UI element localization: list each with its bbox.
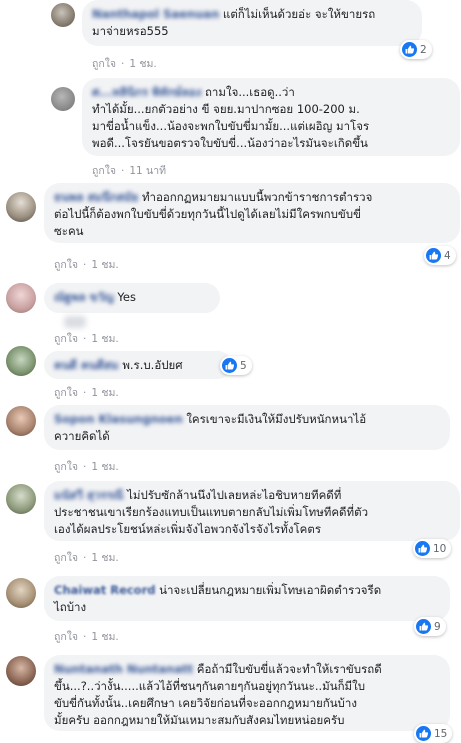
comment-author[interactable]: มนัสวี สุวรรณี bbox=[54, 488, 123, 502]
reaction-number: 10 bbox=[433, 542, 447, 555]
timestamp[interactable]: 1 ชม. bbox=[91, 461, 118, 473]
comment-text: ประชาชนเขาเรียกร้องแทบเป็นแทบตายกลับไม่เ… bbox=[54, 505, 369, 519]
comment-actions: ถูกใจ · 1 ชม. bbox=[54, 387, 119, 399]
comment-text: ต่อไปนี้ก็ต้องพกใบขับขี่ด้วยทุกวันนี้ไปด… bbox=[54, 207, 361, 221]
comment-text: น่าจะเปลี่ยนกฎหมายเพิ่มโทษเอาผิดตำรวจรีด bbox=[159, 583, 382, 597]
comment-text: ไถบ้าง bbox=[54, 600, 87, 614]
comment-bubble: ศ...ทลินิกร พิทักษ์ลอง ถามใจ...เธอดู..ว่… bbox=[82, 78, 460, 156]
timestamp[interactable]: 11 นาที bbox=[129, 165, 166, 177]
comment-text: ไม่ปรับซักล้านนึงไปเลยหล่ะไอชิบหายทีคดีท… bbox=[127, 488, 342, 502]
comment-bubble: ธนพล สมนึกสมัย ทำออกกฏหมายมาแบบนี้พวกข้า… bbox=[44, 183, 460, 243]
comment-text: มาขี่อนํ้าแข็ง...น้องจะพกใบขับขี่มามั้ย.… bbox=[92, 119, 370, 133]
reaction-number: 5 bbox=[240, 359, 247, 372]
like-link[interactable]: ถูกใจ bbox=[92, 58, 116, 70]
reaction-count[interactable]: 5 bbox=[220, 356, 252, 375]
comment-bubble: Sopon Klasungnoen ใครเขาจะมีเงินให้มึงปร… bbox=[44, 405, 450, 450]
comment-text: มั้ยครับ ออกกฎหมายให้มันเหมาะสมกับสังคมไ… bbox=[54, 713, 345, 727]
avatar[interactable] bbox=[6, 406, 36, 436]
avatar[interactable] bbox=[6, 656, 36, 686]
like-link[interactable]: ถูกใจ bbox=[54, 552, 78, 564]
comment-text: ถามใจ...เธอดู..ว่า bbox=[204, 85, 295, 99]
avatar[interactable] bbox=[6, 346, 36, 376]
like-link[interactable]: ถูกใจ bbox=[54, 259, 78, 271]
timestamp[interactable]: 1 ชม. bbox=[91, 631, 118, 643]
comment-text: แต่ก็ไม่เห็นด้วยอ่ะ จะให้ขายรถ bbox=[222, 7, 376, 21]
comment-text: เองได้ผลประโยชน์หล่ะเพิ่มจังไอพวกจังไรจั… bbox=[54, 522, 322, 536]
comment-author[interactable]: Sopon Klasungnoen bbox=[54, 412, 183, 426]
timestamp[interactable]: 1 ชม. bbox=[91, 552, 118, 564]
comment-bubble: ณัฐพล ขวัญ Yes bbox=[44, 283, 220, 313]
reaction-count[interactable]: 10 bbox=[413, 539, 452, 558]
reaction-number: 4 bbox=[444, 249, 451, 262]
comment-bubble: Chaiwat Record น่าจะเปลี่ยนกฎหมายเพิ่มโท… bbox=[44, 576, 450, 621]
comment-author[interactable]: ณัฐพล ขวัญ bbox=[54, 290, 114, 304]
avatar[interactable] bbox=[51, 3, 75, 27]
like-link[interactable]: ถูกใจ bbox=[54, 333, 78, 345]
like-icon bbox=[416, 726, 431, 741]
comment-text: ใครเขาจะมีเงินให้มึงปรับหนักหนาไอ้ bbox=[186, 412, 367, 426]
comment-author[interactable]: ศ...ทลินิกร พิทักษ์ลอง bbox=[92, 85, 201, 99]
comment-author[interactable]: Nanthapol Saenuan bbox=[92, 7, 219, 21]
comment-bubble: มนัสวี สุวรรณี ไม่ปรับซักล้านนึงไปเลยหล่… bbox=[44, 481, 460, 541]
comment-text: Yes bbox=[117, 290, 136, 304]
reaction-count[interactable]: 2 bbox=[400, 40, 432, 59]
like-link[interactable]: ถูกใจ bbox=[54, 387, 78, 399]
timestamp[interactable]: 1 ชม. bbox=[91, 333, 118, 345]
reaction-number: 2 bbox=[420, 43, 427, 56]
comment-actions: ถูกใจ · 1 ชม. bbox=[54, 631, 119, 643]
comment-text: ทำได้มั้ย...ยกตัวอย่าง ขี จยย.มาปากซอย 1… bbox=[92, 102, 360, 116]
comment-actions: ถูกใจ · 1 ชม. bbox=[92, 58, 157, 70]
timestamp[interactable]: 1 ชม. bbox=[129, 58, 156, 70]
reaction-count[interactable]: 15 bbox=[414, 724, 453, 743]
reaction-number: 15 bbox=[434, 727, 448, 740]
timestamp[interactable]: 1 ชม. bbox=[91, 259, 118, 271]
like-icon bbox=[415, 541, 430, 556]
comment-author[interactable]: Chaiwat Record bbox=[54, 583, 156, 597]
comment-bubble: Nuntanath Nuntanatt คือถ้ามีใบขับขี่แล้ว… bbox=[44, 655, 450, 731]
comment-text: ขึ้น...?..ว่างั้น.....แล้วไอ้ที่ชนๆกันตา… bbox=[54, 679, 366, 693]
comment-actions: ถูกใจ · 1 ชม. bbox=[54, 259, 119, 271]
like-link[interactable]: ถูกใจ bbox=[54, 461, 78, 473]
comment-bubble: คนดี คนดีสม พ.ร.บ.อัปยศ bbox=[44, 351, 232, 379]
reaction-count[interactable]: 9 bbox=[414, 617, 446, 636]
like-icon bbox=[416, 619, 431, 634]
avatar[interactable] bbox=[6, 578, 36, 608]
avatar[interactable] bbox=[6, 283, 36, 313]
comment-text: พอดี...โจรยันขอตรวจใบขับขี่...น้องว่าอะไ… bbox=[92, 136, 368, 150]
like-link[interactable]: ถูกใจ bbox=[54, 631, 78, 643]
avatar[interactable] bbox=[6, 484, 36, 514]
reaction-number: 9 bbox=[434, 620, 441, 633]
comment-actions: ถูกใจ · 11 นาที bbox=[92, 165, 167, 177]
like-link[interactable]: ถูกใจ bbox=[92, 165, 116, 177]
comment-text: ควายคิดได้ bbox=[54, 429, 110, 443]
comment-actions: ถูกใจ · 1 ชม. bbox=[54, 552, 119, 564]
comment-text: พ.ร.บ.อัปยศ bbox=[122, 358, 183, 372]
comment-author[interactable]: ธนพล สมนึกสมัย bbox=[54, 190, 138, 204]
reaction-count[interactable]: 4 bbox=[424, 246, 456, 265]
comment-author[interactable]: คนดี คนดีสม bbox=[54, 358, 119, 372]
timestamp[interactable]: 1 ชม. bbox=[91, 387, 118, 399]
avatar[interactable] bbox=[6, 192, 36, 222]
like-icon bbox=[426, 248, 441, 263]
blurred-region bbox=[64, 316, 86, 328]
like-icon bbox=[402, 42, 417, 57]
comment-actions: ถูกใจ · 1 ชม. bbox=[54, 333, 119, 345]
like-icon bbox=[222, 358, 237, 373]
comment-actions: ถูกใจ · 1 ชม. bbox=[54, 461, 119, 473]
comment-text: มาจ่ายหรอ555 bbox=[92, 24, 169, 38]
avatar[interactable] bbox=[51, 87, 75, 111]
comment-author[interactable]: Nuntanath Nuntanatt bbox=[54, 662, 193, 676]
comment-text: ขับขี่กันทั้งนั้น..เคยศึกษา เคยวิจัยก่อน… bbox=[54, 696, 357, 710]
comment-bubble: Nanthapol Saenuan แต่ก็ไม่เห็นด้วยอ่ะ จะ… bbox=[82, 0, 422, 46]
comment-text: ทำออกกฏหมายมาแบบนี้พวกข้าราชการตำรวจ bbox=[141, 190, 373, 204]
comment-text: คือถ้ามีใบขับขี่แล้วจะทำให้เราขับรถดี bbox=[196, 662, 382, 676]
comment-text: ซะคน bbox=[54, 224, 84, 238]
